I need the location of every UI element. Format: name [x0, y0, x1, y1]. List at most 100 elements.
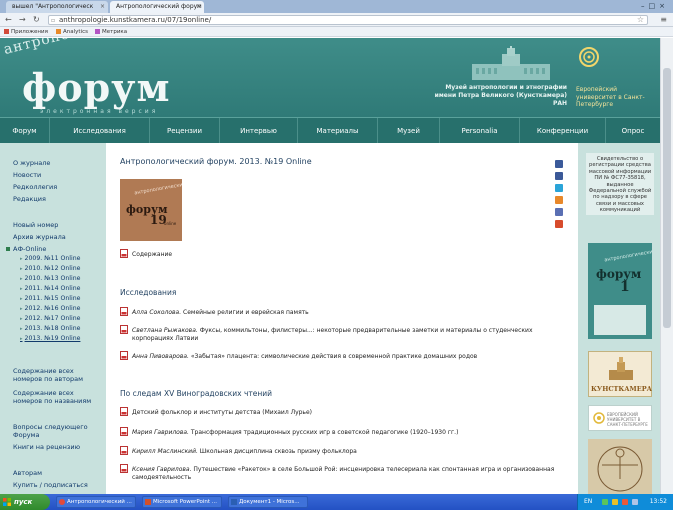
pdf-icon: [120, 407, 128, 416]
sidebar-issue[interactable]: 2011. №14 Online: [20, 285, 81, 293]
bookmark-analytics[interactable]: Analytics: [56, 27, 88, 37]
registration-notice: Свидетельство о регистрации средства мас…: [586, 153, 654, 215]
taskbar-chrome[interactable]: Антропологический ...: [56, 496, 136, 508]
sidebar-issue-current[interactable]: 2013. №19 Online: [20, 335, 81, 343]
eu-logo-icon[interactable]: [578, 46, 600, 68]
forward-icon[interactable]: →: [19, 14, 26, 26]
nav-research[interactable]: Исследования: [50, 118, 150, 144]
pdf-icon: [120, 446, 128, 455]
nav-interviews[interactable]: Интервью: [220, 118, 298, 144]
sidebar-issue[interactable]: 2012. №16 Online: [20, 305, 81, 313]
sidebar-books[interactable]: Книги на рецензию: [13, 443, 80, 451]
sidebar-issue[interactable]: 2011. №15 Online: [20, 295, 81, 303]
window-controls[interactable]: –□×: [641, 0, 669, 12]
bookmark-apps[interactable]: Приложения: [4, 27, 48, 37]
scrollbar-thumb[interactable]: [663, 68, 671, 328]
museum-name[interactable]: Музей антропологии и этнографии имени Пе…: [430, 84, 567, 108]
sidebar-about[interactable]: О журнале: [13, 159, 50, 167]
sidebar-issue[interactable]: 2009. №11 Online: [20, 255, 81, 263]
livejournal-icon[interactable]: [555, 208, 563, 216]
browser-tab-2[interactable]: Антропологический форум ×: [110, 1, 204, 13]
taskbar-word[interactable]: Документ1 - Micros...: [228, 496, 308, 508]
start-button[interactable]: пуск: [0, 494, 50, 510]
menu-icon[interactable]: ≡: [660, 14, 667, 26]
taskbar-powerpoint[interactable]: Microsoft PowerPoint ...: [142, 496, 222, 508]
metrika-icon: [95, 29, 100, 34]
system-tray: EN 13:52: [577, 494, 673, 510]
cover-page-image: [594, 305, 646, 335]
main-nav: Форум Исследования Рецензии Интервью Мат…: [0, 117, 660, 144]
tray-icon[interactable]: [612, 499, 618, 505]
kunstkamera-banner[interactable]: КУНСТКАМЕРА: [588, 351, 652, 397]
nav-personalia[interactable]: Personalia: [440, 118, 520, 144]
tower-icon: [609, 357, 633, 380]
sidebar-issue[interactable]: 2013. №18 Online: [20, 325, 81, 333]
pdf-icon: [120, 427, 128, 436]
tab-label: вышел "Антропологическ: [12, 3, 94, 10]
tray-icon[interactable]: [632, 499, 638, 505]
nav-reviews[interactable]: Рецензии: [150, 118, 220, 144]
sidebar-issue[interactable]: 2012. №17 Online: [20, 315, 81, 323]
sidebar-next-questions[interactable]: Вопросы следующего Форума: [13, 423, 93, 439]
apps-icon: [4, 29, 9, 34]
powerpoint-icon: [145, 499, 151, 505]
word-icon: [231, 499, 237, 505]
bookmark-metrika[interactable]: Метрика: [95, 27, 127, 37]
facebook-icon[interactable]: [555, 172, 563, 180]
close-icon[interactable]: ×: [100, 1, 105, 13]
twitter-icon[interactable]: [555, 184, 563, 192]
google-plus-icon[interactable]: [555, 220, 563, 228]
pdf-icon: [120, 464, 128, 473]
issue-cover[interactable]: антропологический форум 19 online: [120, 179, 182, 241]
page-scrollbar[interactable]: [660, 38, 673, 494]
nav-materials[interactable]: Материалы: [298, 118, 378, 144]
address-bar[interactable]: ▫ anthropologie.kunstkamera.ru/07/19onli…: [48, 15, 648, 25]
vitruvian-banner[interactable]: [588, 439, 652, 495]
site-header: антропологический форум электронная верс…: [0, 38, 660, 117]
maximize-icon[interactable]: □: [649, 2, 660, 10]
left-sidebar: О журнале Новости Редколлегия Редакция Н…: [0, 143, 106, 494]
windows-flag-icon: [3, 498, 11, 506]
kunstkamera-building-icon: [472, 46, 550, 80]
close-window-icon[interactable]: ×: [659, 2, 669, 10]
windows-taskbar: пуск Антропологический ... Microsoft Pow…: [0, 494, 673, 510]
pdf-icon: [120, 351, 128, 360]
minimize-icon[interactable]: –: [641, 2, 649, 10]
close-icon[interactable]: ×: [196, 1, 201, 13]
vk-icon[interactable]: [555, 160, 563, 168]
back-icon[interactable]: ←: [5, 14, 12, 26]
sidebar-authors[interactable]: Авторам: [13, 469, 42, 477]
section-heading: Исследования: [120, 288, 177, 297]
sidebar-issue[interactable]: 2010. №12 Online: [20, 265, 81, 273]
tray-icon[interactable]: [602, 499, 608, 505]
sidebar-editors[interactable]: Редакция: [13, 195, 46, 203]
previous-issue-cover[interactable]: антропологический форум 1: [588, 243, 652, 339]
language-indicator[interactable]: EN: [584, 494, 592, 510]
tray-icon[interactable]: [622, 499, 628, 505]
eu-name[interactable]: Европейский университет в Санкт-Петербур…: [576, 86, 656, 109]
browser-tab-1[interactable]: вышел "Антропологическ ×: [6, 1, 108, 13]
star-icon[interactable]: ☆: [637, 15, 644, 24]
nav-forum[interactable]: Форум: [0, 118, 50, 144]
site-logo[interactable]: форум: [22, 68, 171, 108]
sidebar-news[interactable]: Новости: [13, 171, 41, 179]
logo-subtitle: электронная версия: [40, 108, 159, 115]
eu-logo-icon: [593, 412, 605, 424]
odnoklassniki-icon[interactable]: [555, 196, 563, 204]
page-icon: ▫: [51, 17, 56, 24]
sidebar-contents-by-title[interactable]: Содержание всех номеров по названиям: [13, 389, 101, 405]
sidebar-issue[interactable]: 2010. №13 Online: [20, 275, 81, 283]
nav-poll[interactable]: Опрос: [606, 118, 660, 144]
sidebar-new-issue[interactable]: Новый номер: [13, 221, 58, 229]
clock[interactable]: 13:52: [650, 494, 667, 510]
sidebar-buy[interactable]: Купить / подписаться: [13, 481, 88, 489]
sidebar-contents-by-author[interactable]: Содержание всех номеров по авторам: [13, 367, 101, 383]
nav-museum[interactable]: Музей: [378, 118, 440, 144]
eu-banner[interactable]: ЕВРОПЕЙСКИЙ УНИВЕРСИТЕТ В САНКТ-ПЕТЕРБУР…: [588, 405, 652, 431]
nav-conferences[interactable]: Конференции: [520, 118, 606, 144]
sidebar-archive[interactable]: Архив журнала: [13, 233, 66, 241]
sidebar-af-online[interactable]: АФ-Online: [13, 245, 46, 253]
sidebar-board[interactable]: Редколлегия: [13, 183, 57, 191]
chrome-icon: [59, 499, 65, 505]
reload-icon[interactable]: ↻: [33, 14, 40, 26]
